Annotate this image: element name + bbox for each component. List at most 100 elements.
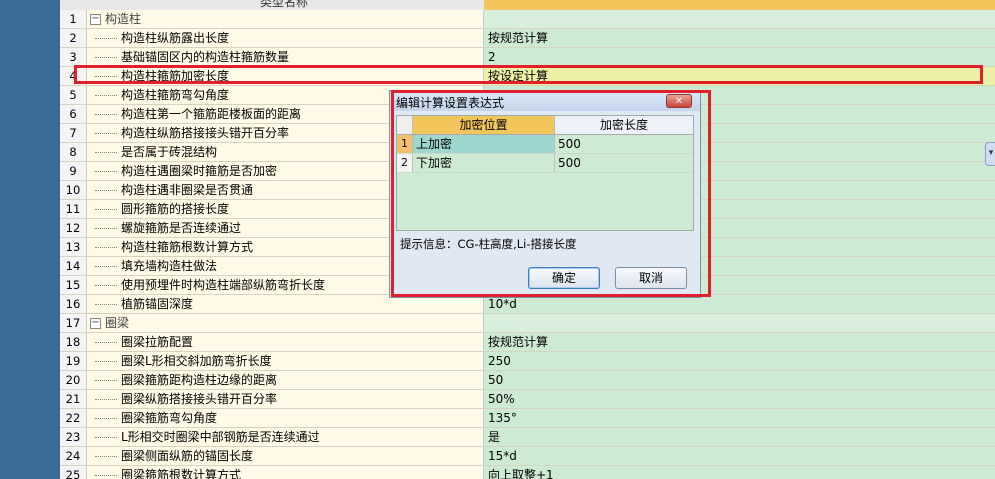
name-text: 圈梁 bbox=[105, 316, 130, 330]
row-number[interactable]: 20 bbox=[60, 371, 87, 389]
value-cell[interactable]: 135° bbox=[484, 409, 995, 427]
value-cell[interactable]: 50% bbox=[484, 390, 995, 408]
name-cell[interactable]: 圈梁箍筋根数计算方式 bbox=[87, 466, 484, 479]
row-number[interactable]: 21 bbox=[60, 390, 87, 408]
table-row[interactable]: 18 圈梁拉筋配置 按规范计算 bbox=[60, 333, 995, 352]
row-number[interactable]: 11 bbox=[60, 200, 87, 218]
tree-line bbox=[95, 284, 117, 287]
table-row[interactable]: 19 圈梁L形相交斜加筋弯折长度 250 bbox=[60, 352, 995, 371]
name-cell[interactable]: 构造柱纵筋露出长度 bbox=[87, 29, 484, 47]
tree-line bbox=[95, 56, 117, 59]
value-cell[interactable]: 向上取整+1 bbox=[484, 466, 995, 479]
table-row[interactable]: 2 构造柱纵筋露出长度 按规范计算 bbox=[60, 29, 995, 48]
value-cell[interactable]: 15*d bbox=[484, 447, 995, 465]
tree-line bbox=[95, 170, 117, 173]
name-text: 是否属于砖混结构 bbox=[121, 145, 218, 159]
value-cell[interactable]: 按规范计算 bbox=[484, 333, 995, 351]
row-number[interactable]: 10 bbox=[60, 181, 87, 199]
name-text: 圈梁侧面纵筋的锚固长度 bbox=[121, 449, 254, 463]
header-name-label: 类型名称 bbox=[260, 0, 309, 9]
highlight-box-row-4 bbox=[74, 65, 983, 84]
value-cell[interactable]: 250 bbox=[484, 352, 995, 370]
table-row[interactable]: 20 圈梁箍筋距构造柱边缘的距离 50 bbox=[60, 371, 995, 390]
name-text: 使用预埋件时构造柱端部纵筋弯折长度 bbox=[121, 278, 326, 292]
name-cell[interactable]: − 构造柱 bbox=[87, 10, 484, 28]
row-number[interactable]: 7 bbox=[60, 124, 87, 142]
row-number[interactable]: 15 bbox=[60, 276, 87, 294]
name-text: 构造柱 bbox=[105, 12, 142, 26]
row-number[interactable]: 3 bbox=[60, 48, 87, 66]
group-row[interactable]: 1− 构造柱 bbox=[60, 10, 995, 29]
tree-line bbox=[95, 455, 117, 458]
tree-line bbox=[95, 37, 117, 40]
row-number[interactable]: 18 bbox=[60, 333, 87, 351]
tree-line bbox=[95, 208, 117, 211]
name-text: 圈梁拉筋配置 bbox=[121, 335, 194, 349]
row-number[interactable]: 23 bbox=[60, 428, 87, 446]
name-cell[interactable]: 圈梁侧面纵筋的锚固长度 bbox=[87, 447, 484, 465]
row-number[interactable]: 13 bbox=[60, 238, 87, 256]
row-number[interactable]: 1 bbox=[60, 10, 87, 28]
row-number[interactable]: 12 bbox=[60, 219, 87, 237]
name-text: 圈梁L形相交斜加筋弯折长度 bbox=[121, 354, 272, 368]
name-cell[interactable]: 圈梁纵筋搭接接头错开百分率 bbox=[87, 390, 484, 408]
name-cell[interactable]: − 圈梁 bbox=[87, 314, 484, 332]
name-text: 植筋锚固深度 bbox=[121, 297, 194, 311]
name-text: 螺旋箍筋是否连续通过 bbox=[121, 221, 242, 235]
row-number[interactable]: 2 bbox=[60, 29, 87, 47]
value-cell[interactable]: 按规范计算 bbox=[484, 29, 995, 47]
row-number[interactable]: 19 bbox=[60, 352, 87, 370]
name-text: 构造柱纵筋搭接接头错开百分率 bbox=[121, 126, 290, 140]
name-cell[interactable]: 圈梁箍筋距构造柱边缘的距离 bbox=[87, 371, 484, 389]
table-row[interactable]: 23 L形相交时圈梁中部钢筋是否连续通过 是 bbox=[60, 428, 995, 447]
collapse-icon[interactable]: − bbox=[90, 14, 101, 25]
row-number[interactable]: 5 bbox=[60, 86, 87, 104]
tree-line bbox=[95, 398, 117, 401]
name-text: L形相交时圈梁中部钢筋是否连续通过 bbox=[121, 430, 320, 444]
tree-line bbox=[95, 436, 117, 439]
side-scroll-tab[interactable]: ▾ bbox=[985, 142, 995, 166]
name-text: 构造柱箍筋弯勾角度 bbox=[121, 88, 230, 102]
name-text: 构造柱遇圈梁时箍筋是否加密 bbox=[121, 164, 278, 178]
name-text: 构造柱第一个箍筋距楼板面的距离 bbox=[121, 107, 302, 121]
name-cell[interactable]: 圈梁L形相交斜加筋弯折长度 bbox=[87, 352, 484, 370]
value-cell[interactable] bbox=[484, 10, 995, 28]
table-row[interactable]: 24 圈梁侧面纵筋的锚固长度 15*d bbox=[60, 447, 995, 466]
table-row[interactable]: 25 圈梁箍筋根数计算方式 向上取整+1 bbox=[60, 466, 995, 479]
tree-line bbox=[95, 151, 117, 154]
row-number[interactable]: 14 bbox=[60, 257, 87, 275]
row-number[interactable]: 24 bbox=[60, 447, 87, 465]
row-number[interactable]: 25 bbox=[60, 466, 87, 479]
table-row[interactable]: 21 圈梁纵筋搭接接头错开百分率 50% bbox=[60, 390, 995, 409]
tree-line bbox=[95, 417, 117, 420]
name-text: 构造柱箍筋根数计算方式 bbox=[121, 240, 254, 254]
name-text: 圆形箍筋的搭接长度 bbox=[121, 202, 230, 216]
row-number[interactable]: 17 bbox=[60, 314, 87, 332]
name-text: 构造柱纵筋露出长度 bbox=[121, 31, 230, 45]
value-cell[interactable]: 50 bbox=[484, 371, 995, 389]
name-text: 圈梁箍筋根数计算方式 bbox=[121, 468, 242, 479]
row-number[interactable]: 8 bbox=[60, 143, 87, 161]
header-value-column[interactable] bbox=[484, 0, 995, 10]
table-row[interactable]: 22 圈梁箍筋弯勾角度 135° bbox=[60, 409, 995, 428]
row-number[interactable]: 22 bbox=[60, 409, 87, 427]
value-cell[interactable]: 是 bbox=[484, 428, 995, 446]
tree-line bbox=[95, 474, 117, 477]
collapse-icon[interactable]: − bbox=[90, 318, 101, 329]
name-cell[interactable]: 基础锚固区内的构造柱箍筋数量 bbox=[87, 48, 484, 66]
value-cell[interactable] bbox=[484, 314, 995, 332]
header-name-column[interactable]: 类型名称 bbox=[60, 0, 484, 10]
row-number[interactable]: 9 bbox=[60, 162, 87, 180]
name-cell[interactable]: 圈梁拉筋配置 bbox=[87, 333, 484, 351]
name-cell[interactable]: 圈梁箍筋弯勾角度 bbox=[87, 409, 484, 427]
tree-line bbox=[95, 265, 117, 268]
tree-line bbox=[95, 341, 117, 344]
tree-line bbox=[95, 360, 117, 363]
name-cell[interactable]: L形相交时圈梁中部钢筋是否连续通过 bbox=[87, 428, 484, 446]
group-row[interactable]: 17− 圈梁 bbox=[60, 314, 995, 333]
value-cell[interactable]: 2 bbox=[484, 48, 995, 66]
tree-line bbox=[95, 189, 117, 192]
row-number[interactable]: 16 bbox=[60, 295, 87, 313]
tree-line bbox=[95, 132, 117, 135]
row-number[interactable]: 6 bbox=[60, 105, 87, 123]
